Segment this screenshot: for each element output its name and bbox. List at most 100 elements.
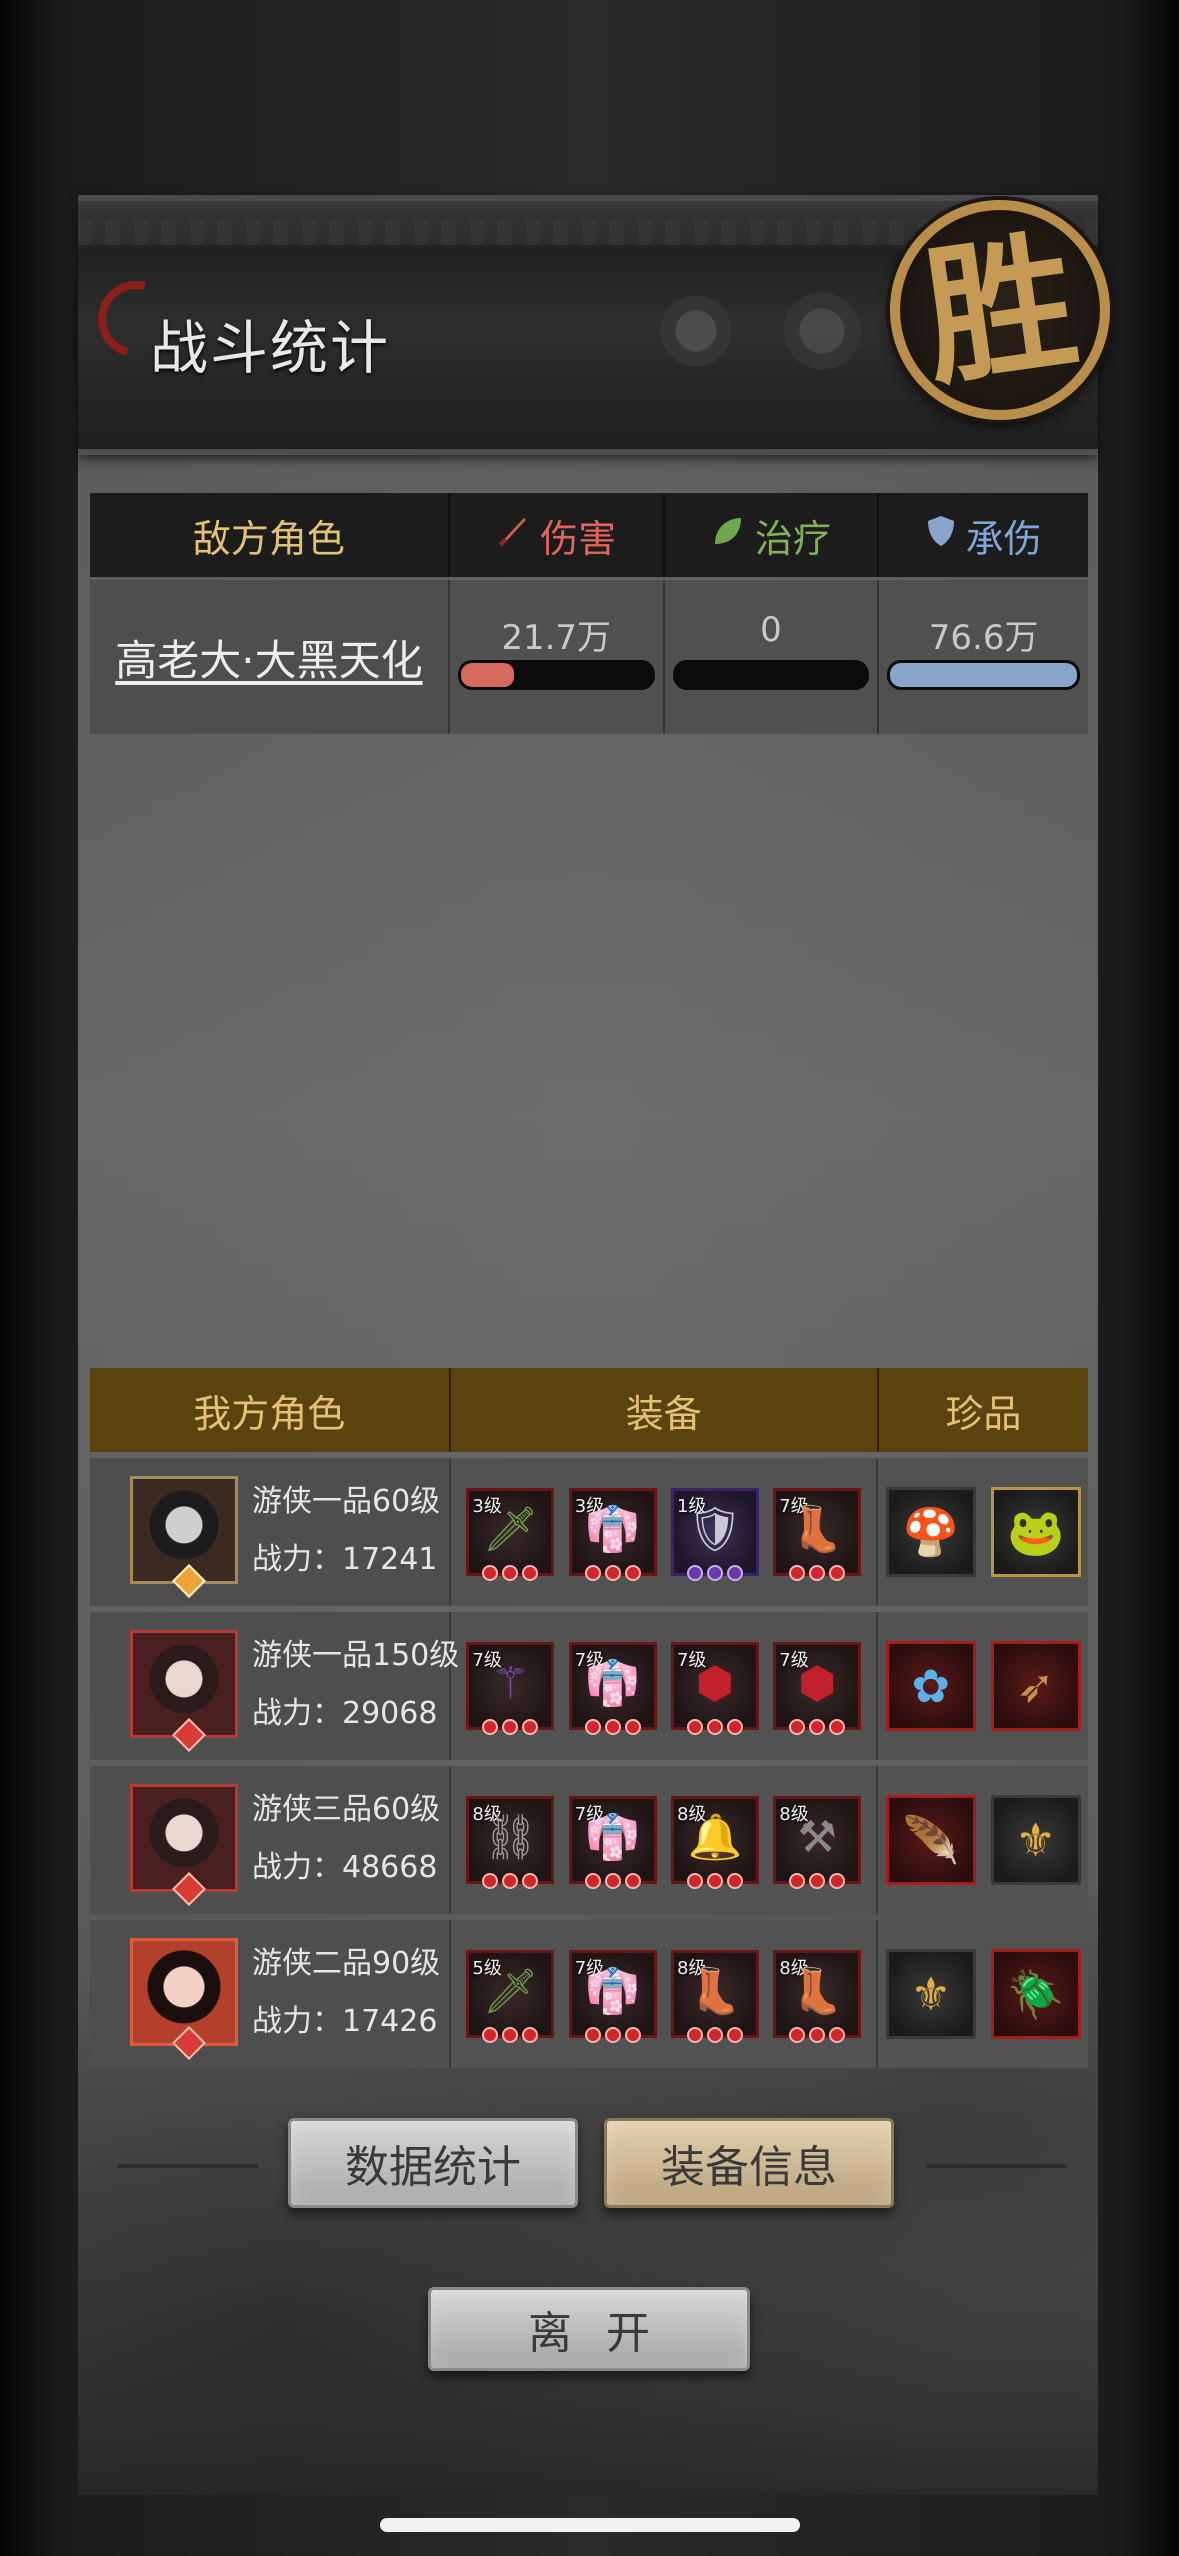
boots-icon: 👢 [687,1966,743,2017]
bell-icon: 🔔 [687,1812,743,1863]
equipment-slot[interactable]: 8级 ⚒ [773,1796,862,1889]
character-cell: 游侠二品90级 战力：17426 [90,1920,450,2068]
gem-sockets [776,1565,858,1581]
robe-icon: 👘 [585,1966,641,2017]
treasure-slot[interactable]: ✿ [885,1641,976,1731]
character-avatar[interactable] [130,1476,238,1598]
gold-staff-icon: ⚜ [1014,1813,1057,1867]
equipment-slot[interactable]: 7级 👘 [568,1642,657,1735]
rank-badge-icon [172,1564,206,1598]
damage-header: 伤害 [450,493,665,577]
character-avatar[interactable] [130,1938,238,2060]
equipment-slot[interactable]: 3级 🗡 [466,1488,555,1581]
cloak-icon: 🛡 [687,1504,743,1555]
equipment-info-button[interactable]: 装备信息 [604,2118,894,2208]
ally-row: 游侠一品60级 战力：17241 3级 🗡 3级 👘 1级 🛡 7级 👢 🍄 🐸 [90,1458,1088,1606]
rank-badge-icon [172,1718,206,1752]
gem-sockets [572,1719,654,1735]
treasure-cell: 🪶 ⚜ [876,1766,1088,1914]
gem-sockets [776,1873,858,1889]
equipment-header: 装备 [451,1368,879,1452]
power-label: 战力： [252,1542,342,1577]
treasure-slot[interactable]: 🍄 [885,1487,976,1577]
equipment-slot[interactable]: 5级 🗡 [466,1950,555,2043]
equipment-slot[interactable]: 8级 🔔 [670,1796,759,1889]
damage-header-label: 伤害 [540,516,617,561]
treasure-cell: ✿ ➶ [876,1612,1088,1760]
gem-sockets [572,1565,654,1581]
equipment-cell: 5级 🗡 7级 👘 8级 👢 8级 👢 [449,1920,877,2068]
character-power: 战力：17426 [252,1996,437,2040]
damage-icon [496,513,530,557]
robe-icon: 👘 [585,1504,641,1555]
equipment-slot[interactable]: 3级 👘 [568,1488,657,1581]
power-label: 战力： [252,1850,342,1885]
ally-row: 游侠二品90级 战力：17426 5级 🗡 7级 👘 8级 👢 8级 👢 ⚜ 🪲 [90,1920,1088,2068]
victory-seal: 胜 [890,200,1110,420]
ally-role-header: 我方角色 [90,1368,451,1452]
treasure-slot[interactable]: ⚜ [990,1795,1081,1885]
home-indicator[interactable] [380,2518,800,2532]
power-value: 29068 [342,1696,438,1731]
arrows-icon: ➶ [1016,1659,1055,1713]
equipment-slot[interactable]: 1级 🛡 [670,1488,759,1581]
character-title: 游侠三品60级 [252,1792,441,1827]
taken-header: 承伤 [879,493,1088,577]
equipment-slot[interactable]: 8级 👢 [773,1950,862,2043]
damage-value: 21.7万 [501,618,612,658]
right-divider [926,2164,1066,2168]
equipment-slot[interactable]: 7级 ⬢ [670,1642,759,1735]
power-value: 17426 [342,2004,438,2039]
treasure-slot[interactable]: ⚜ [885,1949,976,2039]
gem-sockets [776,2027,858,2043]
victory-seal-text: 胜 [913,212,1087,408]
heal-value: 0 [760,610,782,650]
taken-bar [887,660,1080,690]
character-avatar[interactable] [130,1784,238,1906]
leave-button[interactable]: 离开 [428,2287,750,2371]
character-avatar[interactable] [130,1630,238,1752]
gem-sockets [674,2027,756,2043]
chain-icon: ⛓ [482,1812,539,1863]
equipment-slot[interactable]: 8级 ⛓ [466,1796,555,1889]
treasure-slot[interactable]: 🪶 [885,1795,976,1885]
mace-icon: ⚒ [797,1812,837,1863]
equipment-slot[interactable]: 7级 👘 [568,1950,657,2043]
gem-sockets [776,1719,858,1735]
power-label: 战力： [252,2004,342,2039]
fan-icon: 🪶 [902,1812,960,1867]
character-title: 游侠一品150级 [252,1638,460,1673]
character-power: 战力：48668 [252,1842,437,1886]
character-cell: 游侠一品150级 战力：29068 [90,1612,459,1760]
power-label: 战力： [252,1696,342,1731]
gem-sockets [674,1565,756,1581]
equipment-slot[interactable]: 7级 👘 [568,1796,657,1889]
boots-icon: 👢 [789,1966,845,2017]
data-stats-button[interactable]: 数据统计 [288,2118,578,2208]
gem-sockets [674,1719,756,1735]
gem-sockets [469,2027,551,2043]
treasure-slot[interactable]: ➶ [990,1641,1081,1731]
character-power: 战力：29068 [252,1688,437,1732]
character-title: 游侠二品90级 [252,1946,441,1981]
equipment-slot[interactable]: 7级 👢 [773,1488,862,1581]
enemy-name-link[interactable]: 高老大·大黑天化 [115,627,422,688]
equipment-slot[interactable]: 8级 👢 [670,1950,759,2043]
character-cell: 游侠一品60级 战力：17241 [90,1458,450,1606]
taken-header-label: 承伤 [965,516,1042,561]
heal-header: 治疗 [665,493,880,577]
equipment-slot[interactable]: 7级 ⚚ [466,1642,555,1735]
treasure-header: 珍品 [945,1391,1022,1436]
treasure-slot[interactable]: 🪲 [990,1949,1081,2039]
left-divider [118,2164,258,2168]
rank-badge-icon [172,2026,206,2060]
heal-cell: 0 [662,580,878,734]
jade-beast-icon: 🐸 [1006,1504,1065,1559]
damage-bar-fill [460,663,515,687]
leaf-icon [711,513,745,557]
power-value: 17241 [342,1542,438,1577]
equipment-slot[interactable]: 7级 ⬢ [773,1642,862,1735]
lotus-icon: ✿ [911,1659,951,1713]
treasure-slot[interactable]: 🐸 [990,1487,1081,1577]
equipment-cell: 8级 ⛓ 7级 👘 8级 🔔 8级 ⚒ [449,1766,877,1914]
